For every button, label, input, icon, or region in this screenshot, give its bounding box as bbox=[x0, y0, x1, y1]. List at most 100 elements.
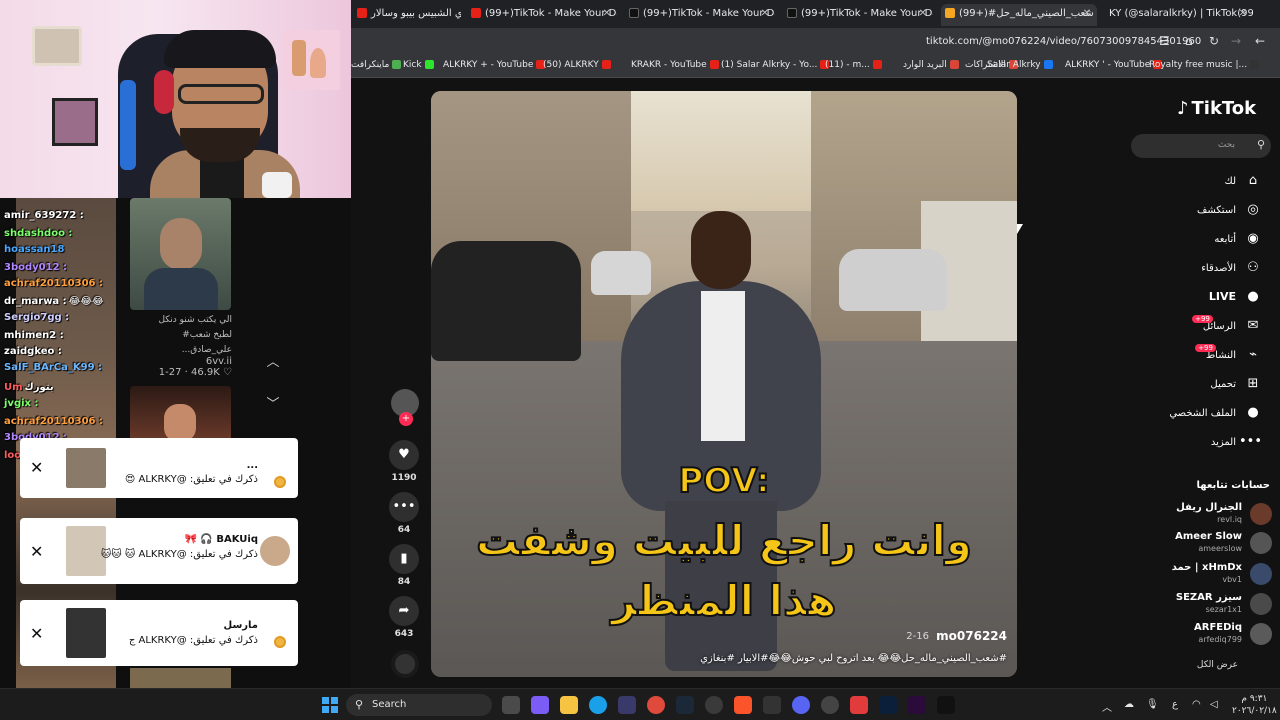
sidebar-item-7[interactable]: ⊞ تحميل bbox=[1210, 376, 1262, 396]
comment-button[interactable]: ••• 64 bbox=[389, 492, 419, 535]
notification-card[interactable]: ✕ BAKUiq 🎧 🎀 ذكرك في تعليق: @ALKRKY 🐱 🐱🐱 bbox=[20, 518, 298, 584]
tray-chevron-icon[interactable]: ︿ bbox=[1102, 699, 1112, 714]
clock[interactable]: ٩:٣١ م ٢٠٢٦/٠٢/١٨ bbox=[1232, 693, 1277, 717]
close-tab-icon[interactable]: ✕ bbox=[1083, 4, 1091, 24]
chat-message: mhimen2 : bbox=[4, 330, 66, 341]
close-tab-icon[interactable]: ✕ bbox=[761, 4, 769, 24]
bookmark-item[interactable]: البريد الوارد bbox=[903, 60, 959, 70]
chevron-down-icon[interactable]: ﹀ bbox=[262, 394, 284, 416]
bookmark-item[interactable]: (50) ALKRKY bbox=[543, 60, 611, 70]
followed-account[interactable]: الجنرال ريفل revl.iq bbox=[1122, 502, 1272, 528]
browser-tab[interactable]: تحدي الشبيس بيبو وسالار bbox=[353, 4, 461, 26]
back-icon[interactable]: ← bbox=[1255, 34, 1265, 48]
file-explorer-icon[interactable] bbox=[560, 696, 578, 714]
video-player[interactable]: POV: وانت راجع للبيت وشفت هذا المنظر mo0… bbox=[431, 91, 1017, 677]
close-tab-icon[interactable]: ✕ bbox=[1239, 4, 1247, 24]
bookmark-item[interactable]: ماينكرافت bbox=[351, 60, 402, 70]
avatar[interactable] bbox=[1250, 503, 1272, 525]
app-icon[interactable] bbox=[850, 696, 868, 714]
close-icon[interactable]: ✕ bbox=[30, 624, 43, 643]
edge-icon[interactable] bbox=[589, 696, 607, 714]
tiktok-app-icon[interactable] bbox=[937, 696, 955, 714]
chat-message: amir_639272 : bbox=[4, 210, 86, 221]
wifi-icon[interactable]: ◠ bbox=[1192, 699, 1201, 710]
bookmark-item[interactable]: Kick bbox=[403, 60, 434, 70]
task-view-icon[interactable] bbox=[502, 696, 520, 714]
bookmark-item[interactable]: ALKRKY + - YouTube bbox=[443, 60, 546, 70]
network-icon[interactable]: ☁ bbox=[1124, 699, 1134, 710]
bookmark-item[interactable]: (1) Salar Alkrky - Yo... bbox=[721, 60, 830, 70]
music-disc[interactable] bbox=[391, 650, 419, 678]
bookmark-item[interactable]: (11) - m... bbox=[825, 60, 882, 70]
followed-account[interactable]: SEZAR سيزر sezar1x1 bbox=[1122, 592, 1272, 618]
sidebar-item-4[interactable]: ● LIVE bbox=[1209, 289, 1262, 309]
store-icon[interactable] bbox=[618, 696, 636, 714]
sidebar-item-6[interactable]: ⌁النشاط99+ bbox=[1195, 344, 1262, 367]
bookmark-item[interactable]: Royalty free music |... bbox=[1149, 60, 1260, 70]
steam-icon[interactable] bbox=[676, 696, 694, 714]
sidebar-item-5[interactable]: ✉الرسائل99+ bbox=[1192, 315, 1262, 338]
video-thumbnail[interactable] bbox=[130, 668, 231, 688]
avatar[interactable] bbox=[1250, 532, 1272, 554]
notification-card[interactable]: ✕ ... ذكرك في تعليق: @ALKRKY 😍 bbox=[20, 438, 298, 498]
discord-icon[interactable] bbox=[792, 696, 810, 714]
follow-plus-icon[interactable]: + bbox=[399, 412, 413, 426]
sidebar-5-icon: ✉ bbox=[1247, 318, 1259, 333]
search-icon[interactable]: ⚲ bbox=[1257, 138, 1265, 151]
reload-icon[interactable]: ↻ bbox=[1209, 34, 1219, 48]
close-tab-icon[interactable]: ✕ bbox=[603, 4, 611, 24]
followed-account[interactable]: ARFEDiq arfediq799 bbox=[1122, 622, 1272, 648]
volume-icon[interactable]: ◁ bbox=[1210, 699, 1218, 710]
language-indicator[interactable]: ع bbox=[1172, 699, 1178, 710]
browser-tab[interactable]: (99+)TikTok - Make Your Day ✕ bbox=[467, 4, 617, 26]
avatar[interactable] bbox=[1250, 623, 1272, 645]
sidebar-3-icon: ⚇ bbox=[1247, 260, 1259, 275]
forward-icon[interactable]: → bbox=[1231, 34, 1241, 48]
browser-tab[interactable]: KY (@salaralkrky) | TikTok(99+) ✕ bbox=[1105, 4, 1253, 26]
premiere-icon[interactable] bbox=[908, 696, 926, 714]
sidebar-0-icon: ⌂ bbox=[1248, 173, 1258, 188]
like-button[interactable]: ♥ 1190 bbox=[389, 440, 419, 483]
address-bar[interactable]: tiktok.com/@mo076224/video/7607300978454… bbox=[926, 36, 1201, 47]
followed-account[interactable]: حمد | xHmDx vbv1 bbox=[1122, 562, 1272, 588]
browser-tab[interactable]: (99+)TikTok - Make Your Day ✕ bbox=[625, 4, 775, 26]
video-thumbnail[interactable] bbox=[130, 198, 231, 310]
taskbar-search[interactable]: ⚲ Search bbox=[346, 694, 492, 716]
sidebar-item-2[interactable]: ◉ أتابعه bbox=[1214, 231, 1262, 251]
followed-account[interactable]: Ameer Slow ameerslow bbox=[1122, 531, 1272, 557]
see-all-link[interactable]: عرض الكل bbox=[1197, 660, 1238, 670]
brave-icon[interactable] bbox=[734, 696, 752, 714]
app-icon[interactable] bbox=[821, 696, 839, 714]
notification-card[interactable]: ✕ مارسل ذكرك في تعليق: @ALKRKY ج bbox=[20, 600, 298, 666]
tiktok-logo[interactable]: ♪ TikTok bbox=[1177, 98, 1256, 119]
sidebar-item-9[interactable]: •••المزيد bbox=[1211, 434, 1262, 454]
avatar[interactable] bbox=[1250, 593, 1272, 615]
chrome-icon[interactable] bbox=[647, 696, 665, 714]
scroll-up-icon[interactable]: ︿ bbox=[262, 352, 284, 374]
close-tab-icon[interactable]: ✕ bbox=[919, 4, 927, 24]
sidebar-item-3[interactable]: ⚇ الأصدقاء bbox=[1201, 260, 1262, 280]
bookmark-item[interactable]: Salar Alkrky bbox=[987, 60, 1053, 70]
bookmark-button[interactable]: ▮ 84 bbox=[389, 544, 419, 587]
browser-tab[interactable]: (99+)TikTok - Make Your Day ✕ bbox=[783, 4, 933, 26]
browser-tab-active[interactable]: (99+)#شعب_الصيني_ماله_حل ✕ bbox=[941, 4, 1097, 26]
sidebar-item-0[interactable]: ⌂ لك bbox=[1225, 173, 1262, 193]
obs-icon[interactable] bbox=[705, 696, 723, 714]
avatar[interactable] bbox=[1250, 563, 1272, 585]
capcut-icon[interactable] bbox=[763, 696, 781, 714]
search-input[interactable]: بحث ⚲ bbox=[1131, 134, 1271, 158]
bookmark-item[interactable]: ALKRKY ' - YouTube bbox=[1065, 60, 1163, 70]
share-button[interactable]: ➦ 643 bbox=[389, 596, 419, 639]
sidebar-item-8[interactable]: ● الملف الشخصي bbox=[1169, 405, 1262, 425]
video-author[interactable]: mo076224 bbox=[936, 629, 1007, 643]
close-icon[interactable]: ✕ bbox=[30, 542, 43, 561]
copilot-icon[interactable] bbox=[531, 696, 549, 714]
mic-icon[interactable]: 🎙 bbox=[1146, 699, 1159, 710]
bookmark-item[interactable]: KRAKR - YouTube bbox=[631, 60, 719, 70]
sidebar-item-1[interactable]: ◎ استكشف bbox=[1197, 202, 1262, 222]
photoshop-icon[interactable] bbox=[879, 696, 897, 714]
video-thumbnail[interactable] bbox=[130, 386, 231, 442]
start-button[interactable] bbox=[322, 697, 338, 713]
close-icon[interactable]: ✕ bbox=[30, 458, 43, 477]
chat-message: achraf20110306 : bbox=[4, 416, 105, 427]
